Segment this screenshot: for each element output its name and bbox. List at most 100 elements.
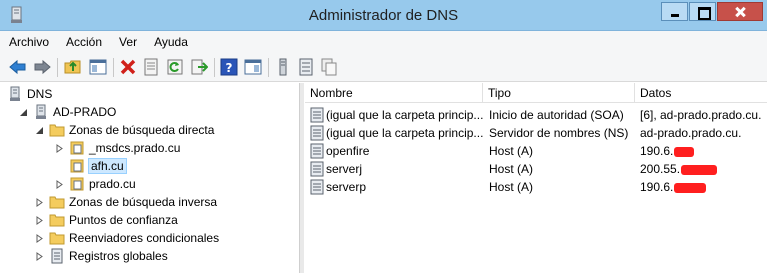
copy-icon[interactable]: [320, 58, 338, 76]
window-title: Administrador de DNS: [308, 7, 459, 24]
collapsed-arrow-icon[interactable]: [55, 143, 64, 153]
forward-icon[interactable]: [33, 58, 51, 76]
records-icon[interactable]: [297, 58, 315, 76]
tree-label: Puntos de confianza: [69, 213, 178, 227]
redaction-mark: [674, 182, 707, 193]
properties-icon[interactable]: [142, 58, 160, 76]
help-icon[interactable]: ?: [220, 58, 238, 76]
records-list: Nombre Tipo Datos (igual que la carpeta …: [305, 83, 767, 273]
back-icon[interactable]: [9, 58, 27, 76]
column-header-tipo[interactable]: Tipo: [483, 83, 635, 103]
tree-label: Reenviadores condicionales: [69, 231, 220, 245]
collapsed-arrow-icon[interactable]: [55, 179, 64, 189]
collapsed-arrow-icon[interactable]: [35, 251, 44, 261]
menu-ayuda[interactable]: Ayuda: [154, 35, 188, 49]
tree-item-zone-afh[interactable]: afh.cu: [55, 157, 127, 175]
collapsed-arrow-icon[interactable]: [35, 215, 44, 225]
redaction-mark: [681, 164, 718, 175]
up-folder-icon[interactable]: [64, 58, 82, 76]
record-name: (igual que la carpeta princip...: [326, 108, 483, 122]
menu-archivo[interactable]: Archivo: [9, 35, 49, 49]
tree-item-zone-msdcs[interactable]: _msdcs.prado.cu: [55, 139, 180, 157]
record-row[interactable]: serverp Host (A) 190.6.: [305, 178, 767, 196]
tree-item-server[interactable]: AD-PRADO: [19, 103, 116, 121]
record-data: 190.6.: [640, 178, 767, 196]
record-name: (igual que la carpeta princip...: [326, 126, 483, 140]
record-type: Host (A): [489, 162, 534, 176]
tree-item-trust-points[interactable]: Puntos de confianza: [35, 211, 178, 229]
refresh-icon[interactable]: [166, 58, 184, 76]
title-bar: Administrador de DNS: [0, 0, 767, 31]
tree-label: DNS: [27, 87, 53, 101]
maximize-button[interactable]: [689, 2, 716, 21]
record-icon: [310, 107, 324, 123]
tree-item-forward-zones[interactable]: Zonas de búsqueda directa: [35, 121, 214, 139]
server-icon[interactable]: [274, 58, 292, 76]
record-data: [6], ad-prado.prado.cu.: [640, 108, 762, 122]
collapsed-arrow-icon[interactable]: [35, 197, 44, 207]
record-row[interactable]: (igual que la carpeta princip... Inicio …: [305, 106, 767, 124]
folder-icon: [49, 124, 65, 137]
record-icon: [310, 179, 324, 195]
zone-icon: [70, 159, 84, 173]
tree-label: prado.cu: [89, 177, 136, 191]
record-icon: [310, 125, 324, 141]
record-data-text: 190.6.: [640, 180, 674, 194]
close-button[interactable]: [717, 2, 763, 21]
record-data-text: 190.6.: [640, 144, 674, 158]
record-name: serverj: [326, 162, 363, 176]
collapsed-arrow-icon[interactable]: [35, 233, 44, 243]
svg-text:?: ?: [226, 61, 233, 75]
console-tree: DNS AD-PRADO Zonas de búsqueda directa _…: [0, 83, 300, 273]
expanded-arrow-icon[interactable]: [35, 126, 44, 135]
tree-item-global-logs[interactable]: Registros globales: [35, 247, 168, 265]
record-type: Inicio de autoridad (SOA): [489, 108, 624, 122]
tree-label: Registros globales: [69, 249, 168, 263]
record-data: 200.55.: [640, 160, 767, 178]
menu-ver[interactable]: Ver: [119, 35, 137, 49]
delete-icon[interactable]: [119, 58, 137, 76]
record-type: Servidor de nombres (NS): [489, 126, 629, 140]
list-header: Nombre Tipo Datos: [305, 83, 767, 103]
show-hide-tree-icon[interactable]: [89, 58, 107, 76]
record-icon: [310, 143, 324, 159]
record-name: openfire: [326, 144, 370, 158]
minimize-button[interactable]: [661, 2, 688, 21]
record-icon: [310, 161, 324, 177]
zone-icon: [70, 177, 84, 191]
column-header-nombre[interactable]: Nombre: [305, 83, 483, 103]
menu-bar: Archivo Acción Ver Ayuda: [0, 31, 767, 53]
tree-label: _msdcs.prado.cu: [89, 141, 181, 155]
zone-icon: [70, 141, 84, 155]
record-data-text: 200.55.: [640, 162, 681, 176]
tree-label: afh.cu: [88, 158, 127, 174]
record-row[interactable]: serverj Host (A) 200.55.: [305, 160, 767, 178]
tree-item-zone-prado[interactable]: prado.cu: [55, 175, 136, 193]
menu-accion[interactable]: Acción: [66, 35, 102, 49]
export-icon[interactable]: [190, 58, 208, 76]
tree-label: AD-PRADO: [53, 105, 117, 119]
tree-splitter[interactable]: [299, 83, 304, 273]
redaction-mark: [674, 146, 695, 157]
expanded-arrow-icon[interactable]: [19, 108, 28, 117]
toolbar: ?: [0, 53, 767, 82]
folder-icon: [49, 232, 65, 245]
dns-icon: [10, 86, 20, 101]
record-row[interactable]: openfire Host (A) 190.6.: [305, 142, 767, 160]
record-name: serverp: [326, 180, 367, 194]
record-type: Host (A): [489, 144, 534, 158]
record-data: ad-prado.prado.cu.: [640, 126, 742, 140]
server-icon: [36, 104, 46, 119]
tree-item-reverse-zones[interactable]: Zonas de búsqueda inversa: [35, 193, 217, 211]
record-row[interactable]: (igual que la carpeta princip... Servido…: [305, 124, 767, 142]
tree-item-dns[interactable]: DNS: [7, 85, 52, 103]
folder-icon: [49, 196, 65, 209]
tree-label: Zonas de búsqueda inversa: [69, 195, 218, 209]
log-icon: [51, 248, 63, 264]
tree-label: Zonas de búsqueda directa: [69, 123, 215, 137]
tree-item-conditional-forwarders[interactable]: Reenviadores condicionales: [35, 229, 219, 247]
record-data: 190.6.: [640, 142, 767, 160]
console-icon[interactable]: [244, 58, 262, 76]
column-header-datos[interactable]: Datos: [635, 83, 767, 103]
folder-icon: [49, 214, 65, 227]
